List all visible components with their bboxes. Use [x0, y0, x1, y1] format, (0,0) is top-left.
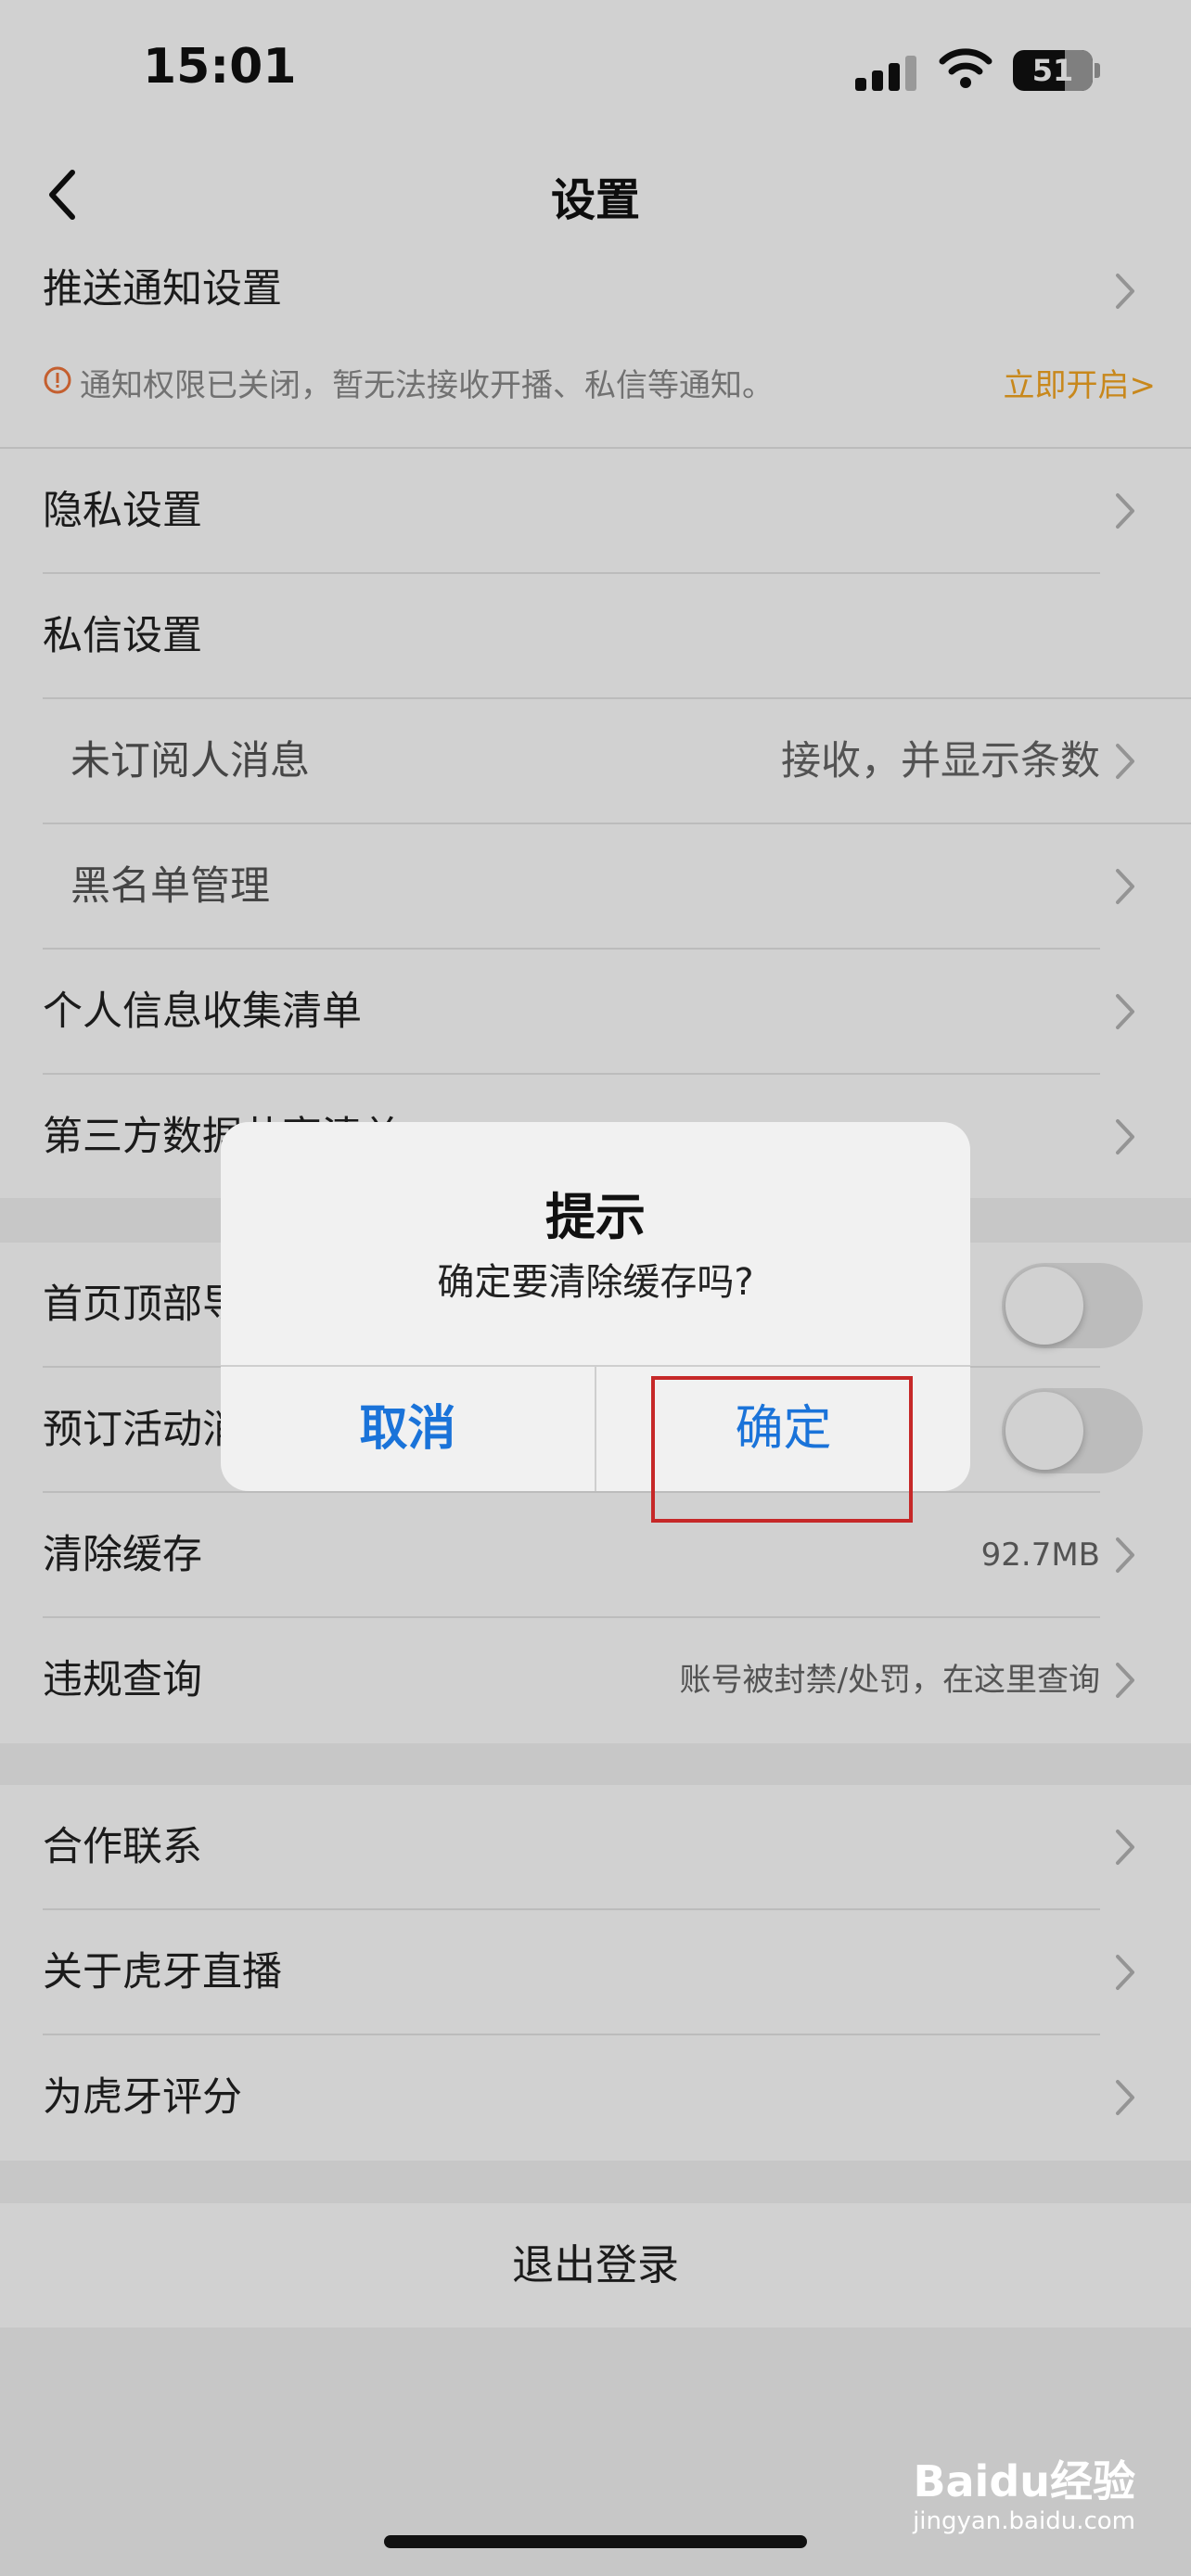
dialog-message: 确定要清除缓存吗?	[437, 1261, 754, 1304]
cancel-button[interactable]: 取消	[221, 1367, 595, 1491]
dialog-title: 提示	[545, 1188, 646, 1246]
watermark-url: jingyan.baidu.com	[913, 2507, 1135, 2535]
watermark-logo: Baidu经验	[913, 2456, 1135, 2506]
home-indicator	[384, 2535, 807, 2548]
highlight-box	[651, 1376, 913, 1523]
watermark: Baidu经验 jingyan.baidu.com	[913, 2448, 1135, 2550]
